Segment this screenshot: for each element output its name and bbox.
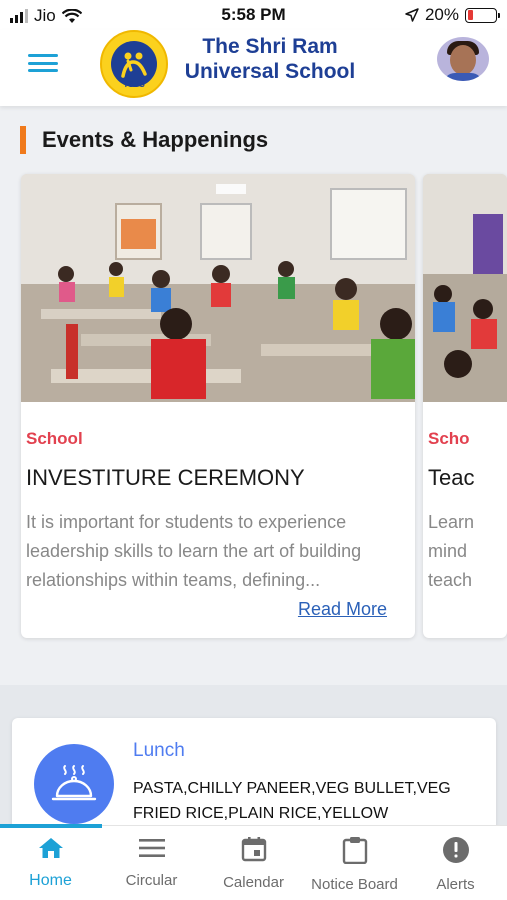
cloche-icon xyxy=(34,744,114,824)
alert-icon xyxy=(442,837,469,863)
bottom-navigation: Home Circular Calendar Notice Board Aler… xyxy=(0,824,507,900)
nav-tab-calendar[interactable]: Calendar xyxy=(203,836,304,896)
section-accent-bar xyxy=(20,126,26,154)
nav-label-notice-board: Notice Board xyxy=(311,876,398,893)
nav-label-calendar: Calendar xyxy=(223,874,284,891)
event-card[interactable]: School INVESTITURE CEREMONY It is import… xyxy=(21,174,415,638)
battery-icon xyxy=(465,7,500,23)
event-title: Teac xyxy=(428,465,475,490)
event-description: Learn mind teach xyxy=(428,512,475,590)
nav-label-alerts: Alerts xyxy=(436,876,475,893)
hamburger-menu-icon[interactable] xyxy=(28,51,58,75)
lunch-title: Lunch xyxy=(133,740,185,761)
status-bar: Jio 5:58 PM 20% xyxy=(0,0,507,30)
event-photo-classroom xyxy=(423,174,507,402)
logo-figures-icon xyxy=(121,52,147,78)
active-tab-indicator xyxy=(0,824,102,828)
nav-tab-circular[interactable]: Circular xyxy=(101,836,202,896)
section-title: Events & Happenings xyxy=(42,127,269,152)
nav-label-home: Home xyxy=(29,872,72,889)
event-category: Scho xyxy=(428,429,470,448)
event-description: It is important for students to experien… xyxy=(26,512,362,590)
calendar-icon xyxy=(241,837,266,862)
event-title: INVESTITURE CEREMONY xyxy=(26,465,305,490)
list-icon xyxy=(138,839,165,857)
lunch-menu-text: PASTA,CHILLY PANEER,VEG BULLET,VEG FRIED… xyxy=(133,780,451,822)
school-name: The Shri Ram Universal School xyxy=(184,35,356,83)
events-section-header: Events & Happenings xyxy=(20,126,268,154)
event-photo-classroom xyxy=(21,174,415,402)
nav-label-circular: Circular xyxy=(125,872,178,889)
home-icon xyxy=(38,838,63,858)
nav-tab-home[interactable]: Home xyxy=(0,836,101,896)
school-logo: TSUS xyxy=(100,30,168,98)
clipboard-icon xyxy=(342,837,367,864)
event-category: School xyxy=(26,429,83,448)
read-more-link[interactable]: Read More xyxy=(298,599,387,620)
user-avatar[interactable] xyxy=(437,37,489,81)
nav-tab-notice-board[interactable]: Notice Board xyxy=(304,836,405,896)
app-header: TSUS The Shri Ram Universal School xyxy=(0,30,507,106)
status-bar-right: 20% xyxy=(405,5,500,25)
lunch-card[interactable]: Lunch PASTA,CHILLY PANEER,VEG BULLET,VEG… xyxy=(12,718,496,828)
event-card[interactable]: Scho Teac Learn mind teach xyxy=(423,174,507,638)
battery-percent: 20% xyxy=(424,5,459,24)
logo-text: TSUS xyxy=(123,80,145,89)
location-arrow-icon xyxy=(405,8,419,22)
nav-tab-alerts[interactable]: Alerts xyxy=(405,836,506,896)
